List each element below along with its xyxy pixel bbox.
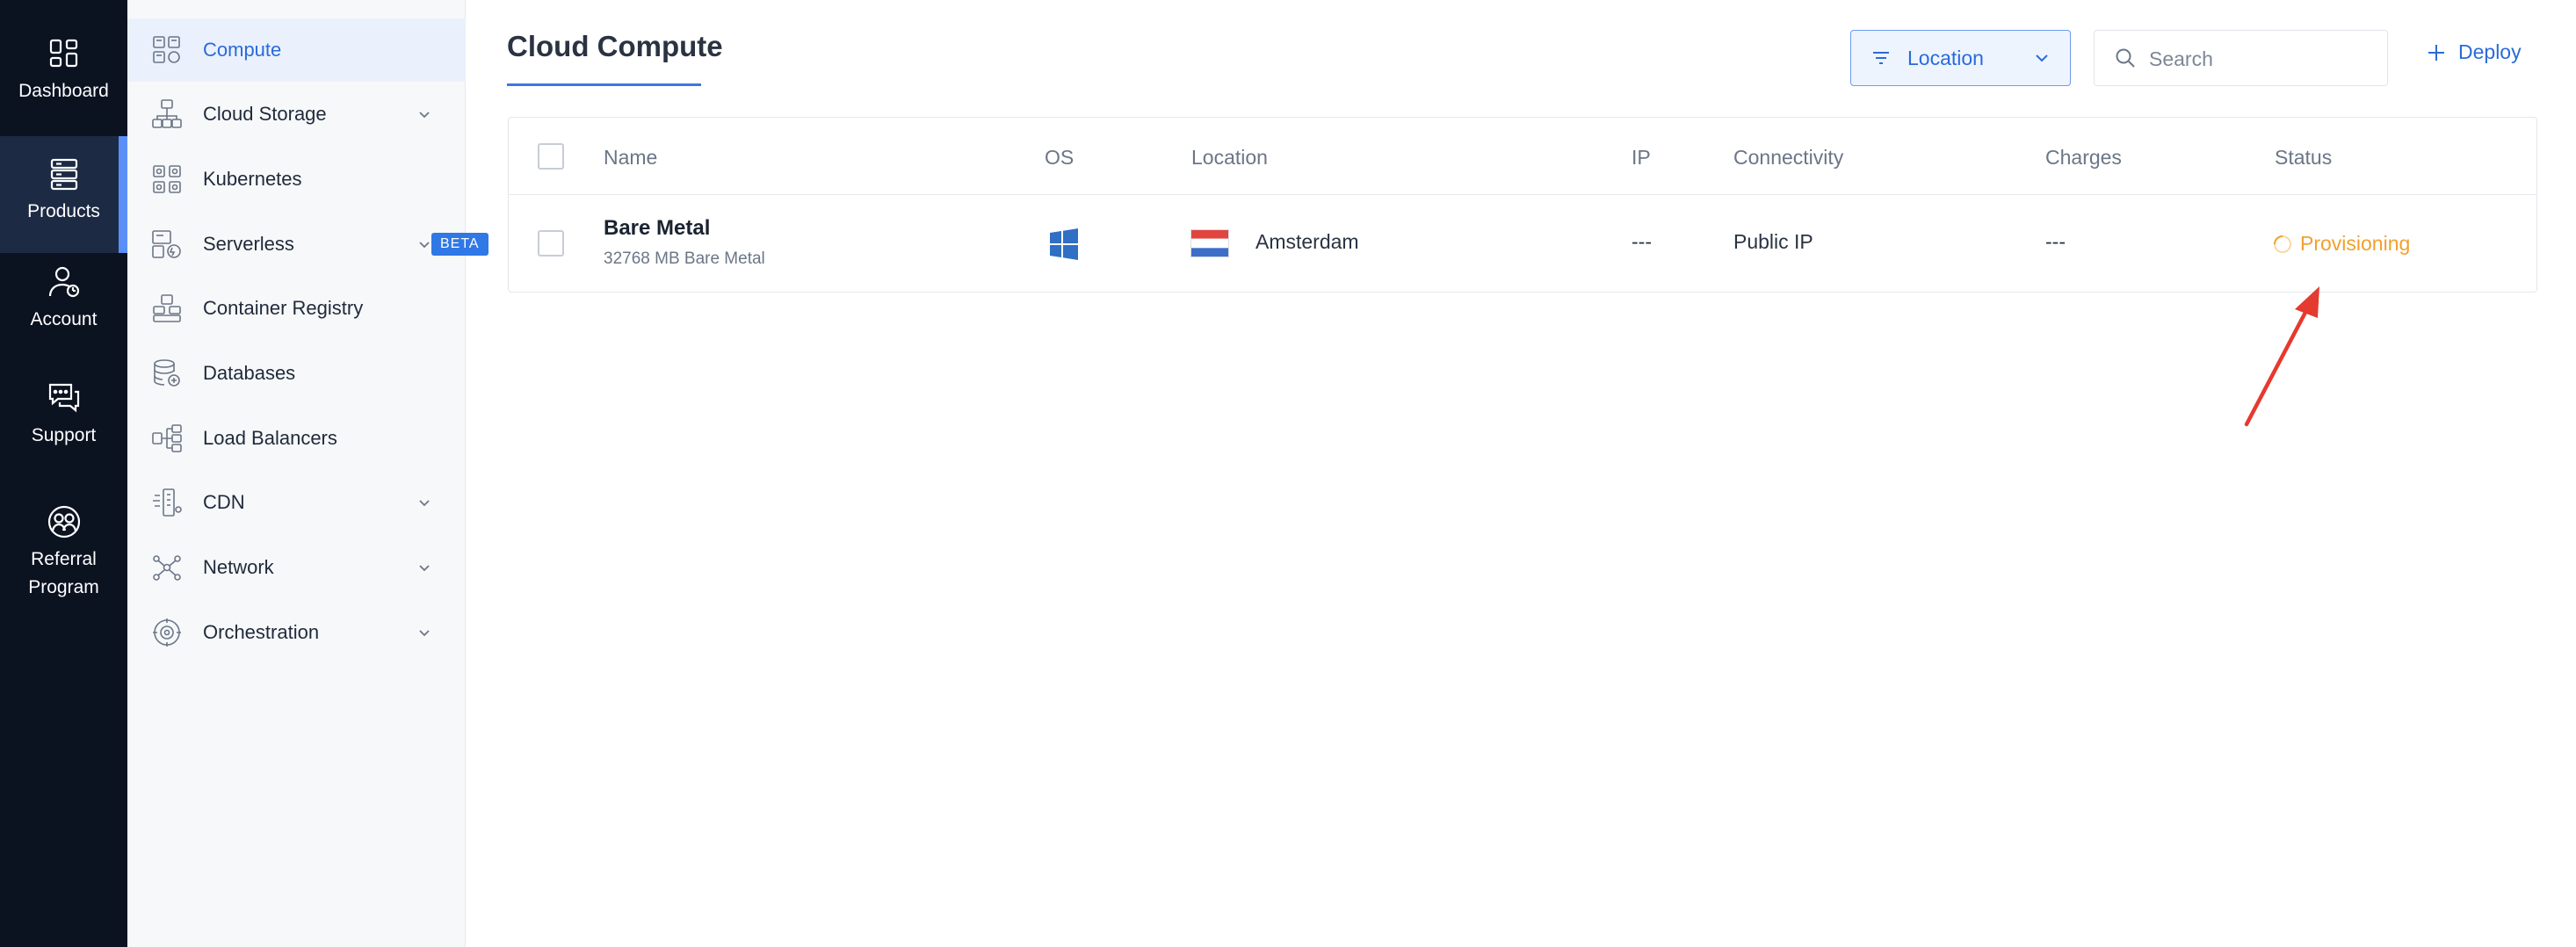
instance-subtitle: 32768 MB Bare Metal: [604, 249, 765, 268]
kubernetes-icon: [153, 165, 181, 193]
account-icon: [48, 266, 79, 298]
windows-icon: [1050, 228, 1078, 260]
table-header: Name OS Location IP Connectivity Charges…: [509, 118, 2536, 195]
products-icon: [50, 158, 77, 191]
database-icon: [154, 359, 180, 387]
status-badge: Provisioning: [2272, 232, 2410, 256]
subnav-item-load-balancers[interactable]: Load Balancers: [127, 407, 466, 470]
referral-icon: [47, 505, 80, 539]
beta-badge: BETA: [431, 233, 488, 256]
orchestration-icon: [153, 618, 181, 647]
plus-icon: [2428, 44, 2444, 61]
rail-item-support[interactable]: Support: [0, 380, 127, 472]
rail-item-label: Referral Program: [28, 549, 99, 597]
subnav-item-cdn[interactable]: CDN: [127, 471, 466, 534]
deploy-label: Deploy: [2458, 40, 2522, 63]
column-header-charges[interactable]: Charges: [2045, 146, 2122, 170]
rail-item-label: Account: [30, 309, 98, 329]
subnav-item-container-registry[interactable]: Container Registry: [127, 277, 466, 340]
status-text: Provisioning: [2300, 232, 2411, 255]
subnav-item-serverless[interactable]: Serverless BETA: [127, 213, 488, 276]
chevron-down-icon[interactable]: [416, 236, 432, 252]
instances-table: Name OS Location IP Connectivity Charges…: [508, 117, 2537, 293]
column-header-location[interactable]: Location: [1191, 146, 1268, 170]
chevron-down-icon[interactable]: [416, 560, 432, 575]
column-header-os[interactable]: OS: [1045, 146, 1074, 170]
rail-item-label: Dashboard: [18, 81, 109, 101]
chevron-down-icon: [2036, 54, 2048, 62]
netherlands-flag: [1190, 229, 1229, 257]
filter-icon: [1873, 52, 1889, 64]
title-underline: [507, 83, 701, 86]
subnav-item-label: Databases: [203, 362, 296, 384]
rail-item-account[interactable]: Account: [0, 264, 127, 356]
select-all-checkbox[interactable]: [538, 143, 564, 170]
charges-value: ---: [2045, 230, 2066, 253]
subnav-item-cloud-storage[interactable]: Cloud Storage: [127, 83, 466, 146]
rail-item-products[interactable]: Products: [0, 136, 127, 253]
chevron-down-icon[interactable]: [416, 625, 432, 640]
serverless-icon: [152, 230, 181, 258]
subnav-item-label: Load Balancers: [203, 427, 337, 449]
deploy-button[interactable]: Deploy: [2427, 40, 2522, 64]
subnav-item-databases[interactable]: Databases: [127, 342, 466, 405]
subnav-item-network[interactable]: Network: [127, 536, 466, 599]
container-registry-icon: [153, 294, 181, 322]
subnav-item-label: Orchestration: [203, 621, 320, 643]
support-icon: [48, 383, 79, 413]
subnav-item-orchestration[interactable]: Orchestration: [127, 601, 466, 664]
cloud-storage-icon: [152, 99, 182, 128]
primary-sidebar: Dashboard Products Account Support Refer…: [0, 0, 127, 947]
location-value: Amsterdam: [1255, 230, 1359, 253]
chevron-down-icon[interactable]: [416, 495, 432, 510]
products-subnav: Compute Cloud Storage Kubernetes Serverl…: [127, 0, 488, 947]
rail-item-referral-program[interactable]: Referral Program: [0, 503, 127, 618]
chevron-down-icon[interactable]: [416, 106, 432, 122]
compute-icon: [153, 36, 180, 63]
subnav-item-label: Compute: [203, 39, 282, 61]
subnav-item-compute[interactable]: Compute: [127, 18, 466, 82]
subnav-item-label: Cloud Storage: [203, 103, 327, 125]
subnav-item-kubernetes[interactable]: Kubernetes: [127, 148, 466, 211]
annotation-arrow: [2244, 286, 2319, 427]
subnav-item-label: Container Registry: [203, 297, 364, 319]
instance-name[interactable]: Bare Metal: [604, 216, 710, 241]
subnav-item-label: Serverless: [203, 233, 294, 255]
cdn-icon: [153, 488, 182, 517]
search-box: [2094, 30, 2388, 86]
row-checkbox[interactable]: [538, 230, 564, 257]
spinner-icon: [2274, 235, 2291, 253]
location-filter-button[interactable]: Location: [1850, 30, 2071, 86]
column-header-ip[interactable]: IP: [1632, 146, 1651, 170]
table-row[interactable]: Bare Metal 32768 MB Bare Metal Amsterdam…: [509, 195, 2536, 292]
dashboard-icon: [49, 39, 77, 68]
column-header-name[interactable]: Name: [604, 146, 657, 170]
subnav-item-label: Kubernetes: [203, 168, 302, 190]
rail-item-label: Support: [31, 425, 97, 445]
location-filter-label: Location: [1907, 46, 1984, 69]
network-icon: [153, 555, 181, 581]
search-icon: [2116, 48, 2135, 68]
page-title: Cloud Compute: [507, 30, 723, 62]
column-header-status[interactable]: Status: [2275, 146, 2332, 170]
rail-item-dashboard[interactable]: Dashboard: [0, 35, 127, 127]
load-balancer-icon: [152, 424, 182, 452]
search-input[interactable]: [2149, 43, 2369, 75]
connectivity-value: Public IP: [1733, 230, 1813, 253]
subnav-item-label: CDN: [203, 491, 245, 513]
ip-value: ---: [1632, 230, 1652, 253]
subnav-item-label: Network: [203, 556, 274, 578]
column-header-connectivity[interactable]: Connectivity: [1733, 146, 1843, 170]
rail-item-label: Products: [27, 201, 100, 221]
